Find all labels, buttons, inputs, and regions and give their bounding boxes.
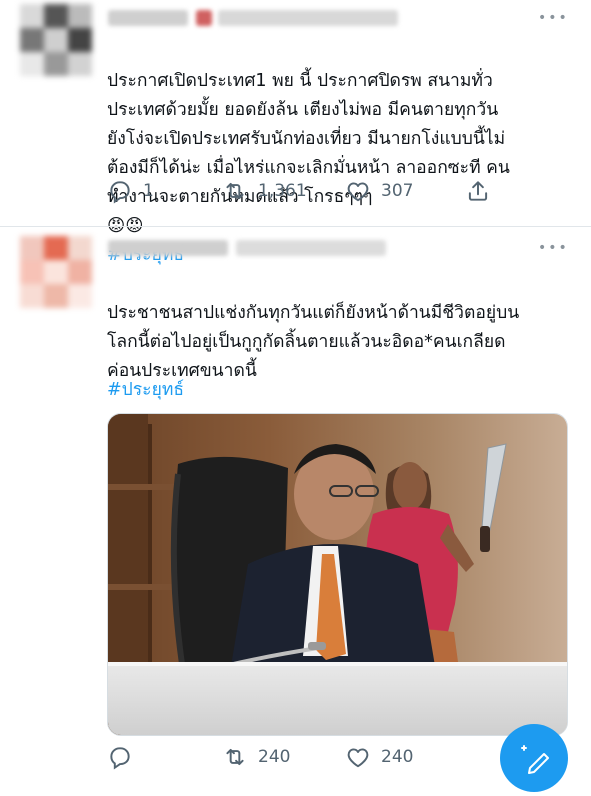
share-button[interactable] bbox=[465, 178, 491, 204]
tweet-actions: 240 240 bbox=[107, 744, 507, 776]
photo-content bbox=[108, 414, 567, 735]
retweet-icon bbox=[226, 182, 244, 200]
tweet-actions: 1 1,361 307 bbox=[107, 178, 507, 210]
retweet-count: 1,361 bbox=[258, 181, 307, 201]
avatar[interactable] bbox=[20, 4, 92, 76]
like-count: 307 bbox=[381, 181, 414, 201]
reply-button[interactable] bbox=[107, 744, 133, 770]
retweet-button[interactable]: 240 bbox=[222, 744, 290, 770]
compose-icon bbox=[521, 745, 549, 774]
more-icon[interactable]: ••• bbox=[538, 240, 569, 256]
like-icon bbox=[347, 748, 369, 768]
compose-tweet-button[interactable] bbox=[500, 724, 568, 792]
reply-icon bbox=[110, 747, 130, 770]
tweet-divider bbox=[0, 226, 591, 227]
like-count: 240 bbox=[381, 747, 414, 767]
reply-count: 1 bbox=[143, 181, 154, 201]
tweet-text: ประกาศเปิดประเทศ1 พย นี้ ประกาศปิดรพ สนา… bbox=[107, 38, 510, 270]
retweet-icon bbox=[226, 748, 244, 766]
avatar[interactable] bbox=[20, 236, 92, 308]
retweet-button[interactable]: 1,361 bbox=[222, 178, 307, 204]
hashtag-link[interactable]: #ประยุทธ์ bbox=[107, 376, 184, 405]
share-icon bbox=[468, 181, 488, 201]
like-button[interactable]: 307 bbox=[345, 178, 413, 204]
reply-button[interactable]: 1 bbox=[107, 178, 154, 204]
reply-icon bbox=[110, 181, 130, 204]
tweet-text: ประชาชนสาปแช่งกันทุกวันแต่ก็ยังหน้าด้านม… bbox=[107, 270, 519, 386]
like-icon bbox=[347, 182, 369, 202]
tweet-body: ประชาชนสาปแช่งกันทุกวันแต่ก็ยังหน้าด้านม… bbox=[107, 303, 520, 381]
like-button[interactable]: 240 bbox=[345, 744, 413, 770]
more-icon[interactable]: ••• bbox=[538, 10, 569, 26]
tweet-photo[interactable] bbox=[107, 413, 568, 736]
retweet-count: 240 bbox=[258, 747, 291, 767]
